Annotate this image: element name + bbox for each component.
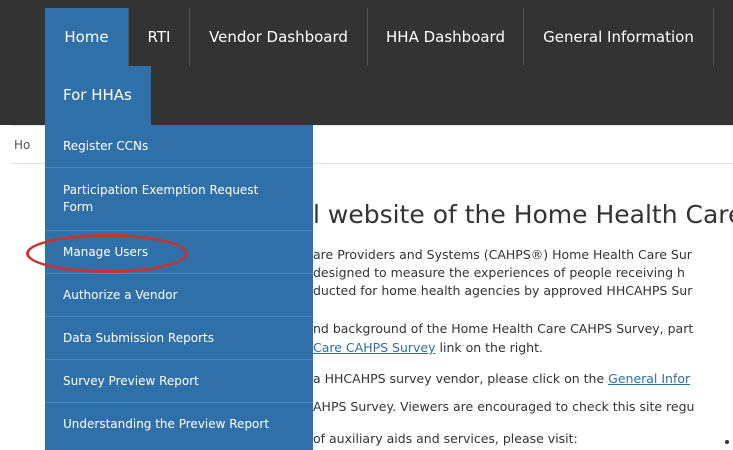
intro-line-2: designed to measure the experiences of p… [313,265,685,280]
vendor-line-1-text: a HHCAHPS survey vendor, please click on… [313,371,609,386]
vendor-line-1: a HHCAHPS survey vendor, please click on… [313,370,690,388]
survey-link[interactable]: Care CAHPS Survey [313,340,436,355]
general-information-link[interactable]: General Infor [608,371,690,386]
nav-hha-dashboard[interactable]: HHA Dashboard [368,8,523,66]
nav-for-hhas[interactable]: For HHAs [45,66,151,125]
menu-item-data-submission-reports[interactable]: Data Submission Reports [45,317,313,359]
page-title: l website of the Home Health Care C [313,200,733,229]
nav-vendor-dashboard[interactable]: Vendor Dashboard [190,8,367,66]
vendor-line-2: AHPS Survey. Viewers are encouraged to c… [313,399,695,414]
nav-general-information[interactable]: General Information [524,8,713,66]
breadcrumb[interactable]: Ho [14,138,30,152]
background-line-1: nd background of the Home Health Care CA… [313,321,694,336]
intro-line-1: are Providers and Systems (CAHPS®) Home … [313,247,692,262]
menu-item-authorize-vendor[interactable]: Authorize a Vendor [45,274,313,316]
menu-item-understanding-preview-report[interactable]: Understanding the Preview Report [45,403,313,445]
menu-item-register-ccns[interactable]: Register CCNs [45,125,313,167]
menu-item-participation-exemption[interactable]: Participation Exemption Request Form [45,168,313,230]
menu-item-manage-users[interactable]: Manage Users [45,231,313,273]
bullet-dot [725,440,729,444]
menu-item-survey-preview-report[interactable]: Survey Preview Report [45,360,313,402]
auxiliary-line: of auxiliary aids and services, please v… [313,431,578,446]
nav-home[interactable]: Home [45,8,128,66]
nav-rti[interactable]: RTI [129,8,189,66]
intro-line-3: ducted for home health agencies by appro… [313,283,693,298]
background-line-2-text: link on the right. [435,340,543,355]
for-hhas-dropdown-menu: Register CCNs Participation Exemption Re… [45,125,313,450]
background-line-2: Care CAHPS Survey link on the right. [313,339,543,357]
